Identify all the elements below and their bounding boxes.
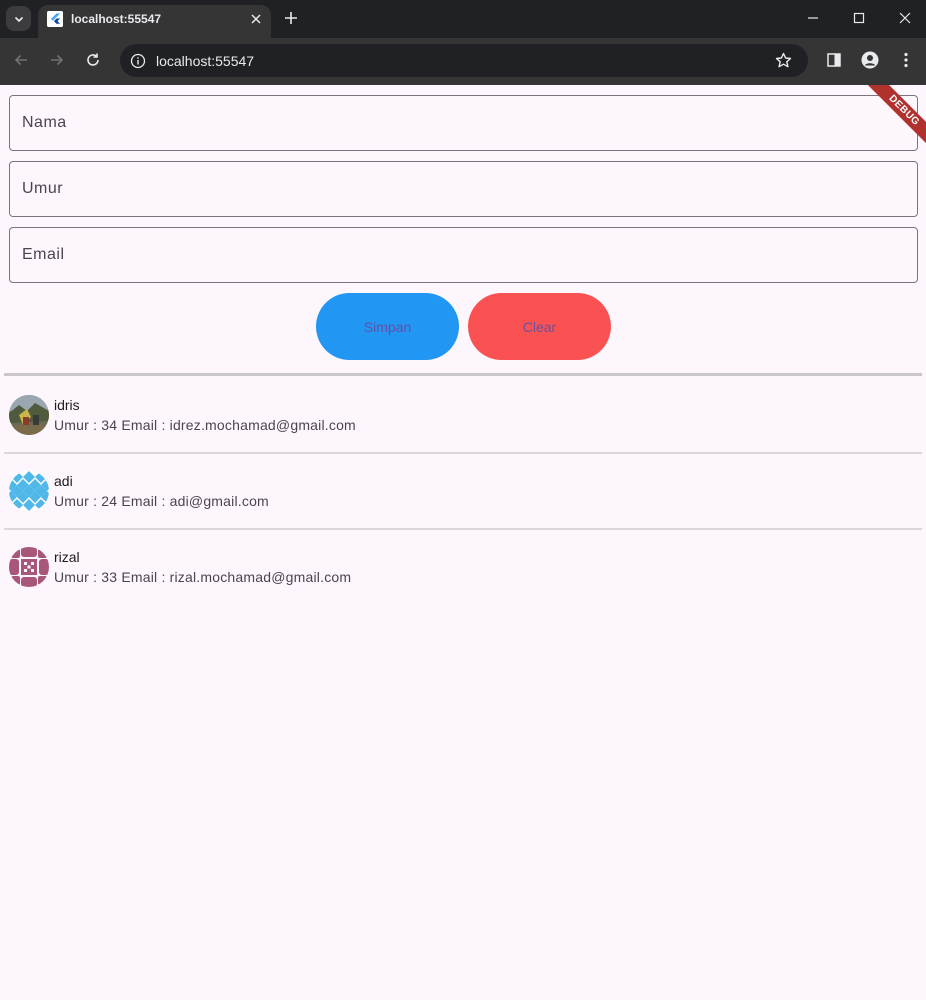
close-window-icon[interactable] <box>895 8 915 28</box>
chevron-down-icon <box>14 16 23 22</box>
list-item-detail: Umur : 33 Email : rizal.mochamad@gmail.c… <box>54 569 352 585</box>
reload-icon[interactable] <box>82 49 104 71</box>
email-field[interactable]: Email <box>9 227 918 283</box>
list-item-detail: Umur : 24 Email : adi@gmail.com <box>54 493 269 509</box>
back-arrow-icon[interactable] <box>10 49 32 71</box>
nama-field[interactable]: Nama <box>9 95 918 151</box>
address-bar[interactable]: localhost:55547 <box>120 44 808 77</box>
form-divider <box>4 373 922 376</box>
tab-title: localhost:55547 <box>71 12 162 26</box>
tab-close-icon[interactable] <box>248 11 264 27</box>
app-content: Nama Umur Email Simpan Clear idris Umur … <box>0 85 926 1000</box>
browser-menu-icon[interactable] <box>896 50 916 70</box>
browser-tab[interactable]: localhost:55547 <box>38 5 271 38</box>
minimize-window-icon[interactable] <box>803 8 823 28</box>
umur-field[interactable]: Umur <box>9 161 918 217</box>
forward-arrow-icon[interactable] <box>46 49 68 71</box>
url-text: localhost:55547 <box>156 53 255 69</box>
nama-field-label: Nama <box>22 114 67 131</box>
list-item[interactable]: idris Umur : 34 Email : idrez.mochamad@g… <box>0 395 926 455</box>
flutter-logo-icon <box>47 11 63 27</box>
profile-avatar-icon[interactable] <box>860 50 880 70</box>
umur-field-label: Umur <box>22 180 64 197</box>
tab-search-button[interactable] <box>6 6 31 31</box>
email-field-label: Email <box>22 246 65 263</box>
simpan-button[interactable]: Simpan <box>316 293 459 360</box>
list-item[interactable]: rizal Umur : 33 Email : rizal.mochamad@g… <box>0 547 926 607</box>
list-item-detail: Umur : 34 Email : idrez.mochamad@gmail.c… <box>54 417 356 433</box>
side-panel-icon[interactable] <box>824 50 844 70</box>
list-item-name: idris <box>54 397 80 413</box>
avatar <box>9 471 49 511</box>
site-info-icon[interactable] <box>128 51 147 70</box>
avatar <box>9 547 49 587</box>
list-item-name: rizal <box>54 549 80 565</box>
avatar <box>9 395 49 435</box>
browser-toolbar: localhost:55547 <box>0 38 926 85</box>
bookmark-star-icon[interactable] <box>774 51 793 70</box>
list-divider <box>4 528 922 530</box>
list-item[interactable]: adi Umur : 24 Email : adi@gmail.com <box>0 471 926 531</box>
new-tab-plus-icon[interactable] <box>282 9 300 27</box>
list-item-name: adi <box>54 473 73 489</box>
clear-button[interactable]: Clear <box>468 293 611 360</box>
list-divider <box>4 452 922 454</box>
maximize-window-icon[interactable] <box>849 8 869 28</box>
browser-tab-strip: localhost:55547 <box>0 0 926 38</box>
